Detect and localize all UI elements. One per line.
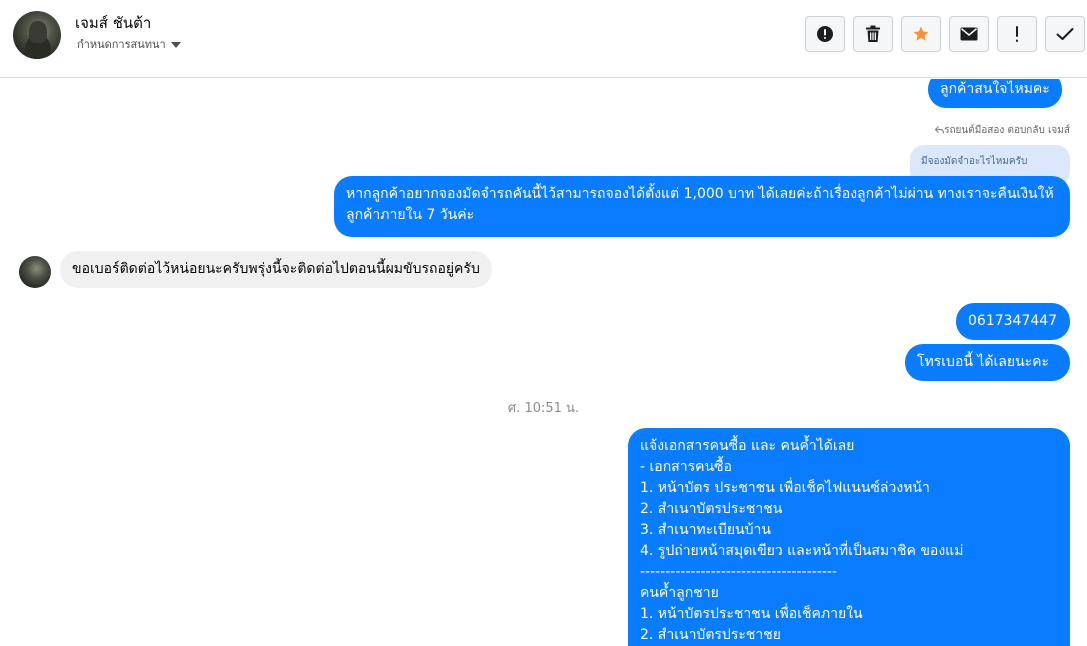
message-thread: ลูกค้าสนใจไหมคะ รถยนต์มือสอง ตอบกลับ เจม…: [0, 79, 1087, 646]
reply-arrow-icon: [934, 126, 945, 134]
contact-avatar[interactable]: [13, 11, 61, 59]
outgoing-message[interactable]: แจ้งเอกสารคนซื้อ และ คนค้ำได้เลย - เอกสา…: [628, 428, 1070, 646]
conversation-header: เจมส์ ชันต้า กำหนดการสนทนา: [0, 0, 1087, 78]
outgoing-message[interactable]: 0617347447: [956, 303, 1070, 340]
outgoing-message[interactable]: โทรเบอนี้ ได้เลยนะคะ: [905, 344, 1070, 381]
sender-avatar: [19, 256, 51, 288]
star-button[interactable]: [901, 16, 941, 52]
incoming-message[interactable]: ขอเบอร์ติดต่อไว้หน่อยนะครับพรุ่งนี้จะติด…: [60, 251, 492, 288]
reply-indicator-text: รถยนต์มือสอง ตอบกลับ เจมส์: [944, 125, 1070, 136]
conversation-settings-label: กำหนดการสนทนา: [77, 38, 166, 51]
trash-icon: [866, 25, 880, 42]
envelope-icon: [960, 27, 978, 41]
report-button[interactable]: [805, 16, 845, 52]
star-icon: [913, 26, 929, 41]
important-button[interactable]: [997, 16, 1037, 52]
caret-down-icon: [170, 41, 181, 48]
checkmark-icon: [1056, 28, 1074, 40]
message-timestamp: ศ. 10:51 น.: [507, 401, 580, 416]
outgoing-message[interactable]: หากลูกค้าอยากจองมัดจำรถคันนี้ไว้สามารถจอ…: [334, 176, 1070, 237]
reply-indicator: รถยนต์มือสอง ตอบกลับ เจมส์: [934, 123, 1070, 138]
conversation-settings-dropdown[interactable]: กำหนดการสนทนา: [77, 35, 181, 53]
exclamation-icon: [1016, 26, 1018, 42]
mark-done-button[interactable]: [1045, 16, 1085, 52]
delete-button[interactable]: [853, 16, 893, 52]
contact-name[interactable]: เจมส์ ชันต้า: [75, 11, 151, 35]
mark-unread-button[interactable]: [949, 16, 989, 52]
alert-circle-icon: [817, 26, 833, 42]
outgoing-message[interactable]: ลูกค้าสนใจไหมคะ: [928, 79, 1062, 108]
